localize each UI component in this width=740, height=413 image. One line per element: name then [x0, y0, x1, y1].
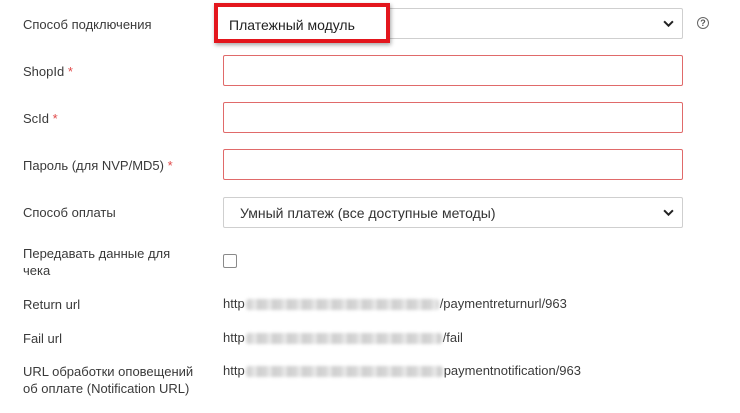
- connection-method-label: Способ подключения: [23, 17, 152, 32]
- shop-id-label-text: ShopId: [23, 64, 65, 79]
- connection-method-value: Платежный модуль: [229, 17, 355, 33]
- return-url-value: http/paymentreturnurl/963: [223, 296, 567, 311]
- notification-url-suffix: paymentnotification/963: [443, 363, 581, 378]
- sc-id-input[interactable]: [223, 102, 683, 133]
- redacted-host: [245, 366, 443, 378]
- return-url-label: Return url: [23, 297, 81, 312]
- payment-method-label: Способ оплаты: [23, 205, 116, 220]
- notification-url-value: http paymentnotification/963: [223, 363, 581, 378]
- chevron-down-icon: [663, 20, 674, 28]
- password-input[interactable]: [223, 149, 683, 180]
- sc-id-label: ScId *: [23, 110, 58, 127]
- sc-id-label-text: ScId: [23, 111, 50, 126]
- connection-method-highlight[interactable]: Платежный модуль: [214, 3, 390, 43]
- receipt-label-line1: Передавать данные для: [23, 246, 171, 261]
- required-mark: *: [52, 111, 58, 126]
- notification-url-label: URL обработки оповещений об оплате (Noti…: [23, 363, 193, 397]
- fail-url-value: http/fail: [223, 330, 463, 345]
- required-mark: *: [67, 64, 73, 79]
- redacted-host: [245, 333, 442, 345]
- fail-url-label: Fail url: [23, 331, 63, 346]
- shop-id-label: ShopId *: [23, 63, 73, 80]
- return-url-prefix: http: [223, 296, 245, 311]
- question-circle-icon[interactable]: ?: [697, 17, 709, 29]
- password-label: Пароль (для NVP/MD5) *: [23, 157, 173, 174]
- chevron-down-icon: [663, 209, 674, 217]
- fail-url-suffix: /fail: [442, 330, 463, 345]
- receipt-label: Передавать данные для чека: [23, 245, 170, 279]
- shop-id-input[interactable]: [223, 55, 683, 86]
- required-mark: *: [167, 158, 173, 173]
- receipt-checkbox[interactable]: [223, 254, 237, 268]
- notification-url-prefix: http: [223, 363, 245, 378]
- receipt-label-line2: чека: [23, 263, 51, 278]
- return-url-suffix: /paymentreturnurl/963: [439, 296, 567, 311]
- notification-url-label-line1: URL обработки оповещений: [23, 364, 194, 379]
- redacted-host: [245, 299, 439, 311]
- notification-url-label-line2: об оплате (Notification URL): [23, 381, 190, 396]
- password-label-text: Пароль (для NVP/MD5): [23, 158, 164, 173]
- payment-method-value: Умный платеж (все доступные методы): [240, 205, 496, 221]
- payment-method-select[interactable]: Умный платеж (все доступные методы): [223, 197, 683, 228]
- fail-url-prefix: http: [223, 330, 245, 345]
